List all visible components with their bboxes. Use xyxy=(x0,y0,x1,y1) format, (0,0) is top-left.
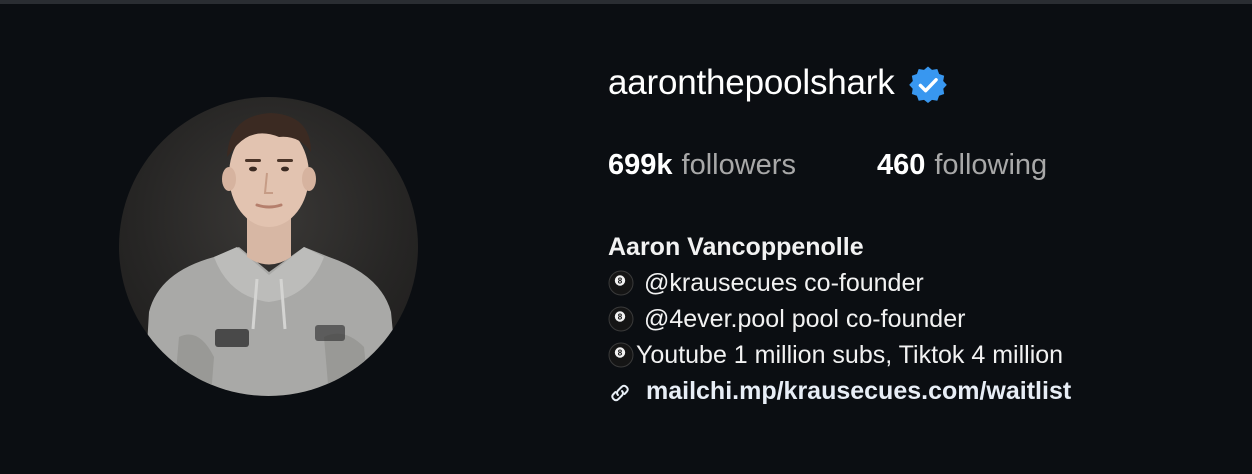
following-stat[interactable]: 460 following xyxy=(877,149,1047,182)
top-divider xyxy=(0,0,1252,4)
profile-info: aaronthepoolshark 699k followers 460 fol… xyxy=(608,60,1228,405)
bio-link-text[interactable]: mailchi.mp/krausecues.com/waitlist xyxy=(646,373,1071,409)
profile-bio: Aaron Vancoppenolle 8 @krausecues co-fou… xyxy=(608,229,1071,409)
following-label: following xyxy=(934,149,1048,181)
avatar-photo xyxy=(144,113,399,396)
profile-stats: 699k followers 460 following xyxy=(608,149,1047,182)
full-name: Aaron Vancoppenolle xyxy=(608,233,864,261)
bio-line-text: @krausecues co-founder xyxy=(644,269,924,297)
username-row: aaronthepoolshark xyxy=(608,60,1228,106)
bio-line-text: Youtube 1 million subs, Tiktok 4 million xyxy=(636,341,1064,369)
8-ball-icon: 8 xyxy=(608,306,634,332)
link-icon xyxy=(608,379,632,403)
username[interactable]: aaronthepoolshark xyxy=(608,63,895,103)
bio-line: 8 @krausecues co-founder xyxy=(608,265,1071,301)
followers-label: followers xyxy=(681,149,796,181)
followers-stat[interactable]: 699k followers xyxy=(608,149,796,182)
svg-text:8: 8 xyxy=(618,313,623,322)
following-count: 460 xyxy=(876,149,926,181)
profile-avatar[interactable] xyxy=(119,97,418,396)
svg-text:8: 8 xyxy=(618,277,623,286)
bio-line: 8 Youtube 1 million subs, Tiktok 4 milli… xyxy=(608,337,1071,373)
followers-count: 699k xyxy=(608,149,673,181)
bio-link[interactable]: mailchi.mp/krausecues.com/waitlist xyxy=(608,373,1071,409)
8-ball-icon: 8 xyxy=(608,270,634,296)
bio-line: 8 @4ever.pool pool co-founder xyxy=(608,301,1071,337)
verified-badge-icon xyxy=(908,66,947,104)
svg-text:8: 8 xyxy=(618,349,623,358)
8-ball-icon: 8 xyxy=(608,342,634,368)
bio-line-text: @4ever.pool pool co-founder xyxy=(644,305,966,333)
